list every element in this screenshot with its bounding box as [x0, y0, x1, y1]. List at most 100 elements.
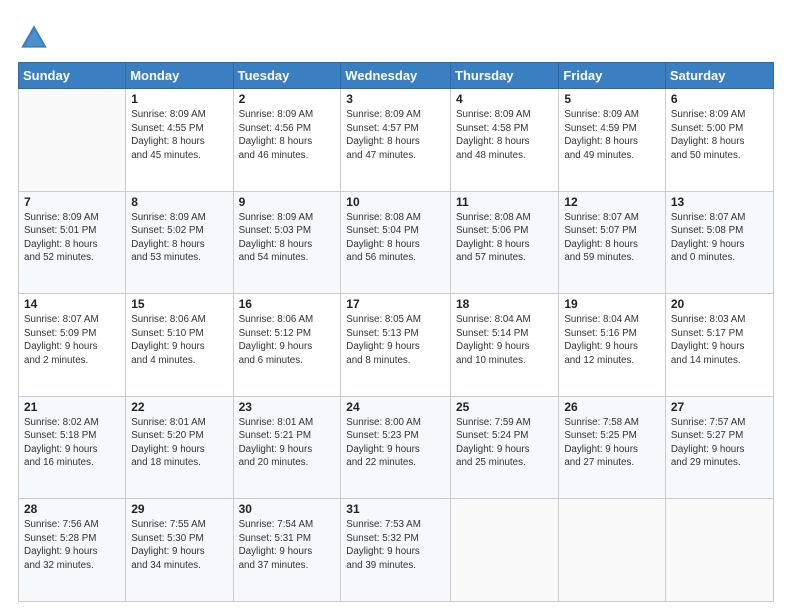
logo-icon [18, 22, 50, 54]
day-info: Sunrise: 7:57 AM Sunset: 5:27 PM Dayligh… [671, 416, 768, 470]
day-number: 7 [24, 195, 120, 209]
calendar-cell: 26 Sunrise: 7:58 AM Sunset: 5:25 PM Dayli… [559, 396, 666, 499]
calendar-week-3: 14 Sunrise: 8:07 AM Sunset: 5:09 PM Dayli… [19, 294, 774, 397]
day-number: 10 [346, 195, 445, 209]
calendar-week-2: 7 Sunrise: 8:09 AM Sunset: 5:01 PM Daylig… [19, 191, 774, 294]
calendar-week-5: 28 Sunrise: 7:56 AM Sunset: 5:28 PM Dayli… [19, 499, 774, 602]
calendar-cell: 10 Sunrise: 8:08 AM Sunset: 5:04 PM Dayli… [341, 191, 451, 294]
day-info: Sunrise: 8:09 AM Sunset: 5:02 PM Dayligh… [131, 211, 227, 265]
weekday-header-row: SundayMondayTuesdayWednesdayThursdayFrid… [19, 63, 774, 89]
calendar-cell: 6 Sunrise: 8:09 AM Sunset: 5:00 PM Daylig… [665, 89, 773, 192]
day-number: 23 [239, 400, 336, 414]
weekday-header-wednesday: Wednesday [341, 63, 451, 89]
day-number: 31 [346, 502, 445, 516]
logo [18, 22, 54, 54]
day-number: 6 [671, 92, 768, 106]
weekday-header-saturday: Saturday [665, 63, 773, 89]
calendar-cell: 31Sunrise: 7:53 AM Sunset: 5:32 PM Dayli… [341, 499, 451, 602]
day-number: 5 [564, 92, 660, 106]
calendar-cell: 15 Sunrise: 8:06 AM Sunset: 5:10 PM Dayli… [126, 294, 233, 397]
calendar-cell [451, 499, 559, 602]
calendar-cell: 12Sunrise: 8:07 AM Sunset: 5:07 PM Dayli… [559, 191, 666, 294]
day-info: Sunrise: 7:58 AM Sunset: 5:25 PM Dayligh… [564, 416, 660, 470]
day-info: Sunrise: 7:56 AM Sunset: 5:28 PM Dayligh… [24, 518, 120, 572]
calendar-cell [559, 499, 666, 602]
calendar-cell: 19 Sunrise: 8:04 AM Sunset: 5:16 PM Dayli… [559, 294, 666, 397]
day-number: 13 [671, 195, 768, 209]
day-info: Sunrise: 8:05 AM Sunset: 5:13 PM Dayligh… [346, 313, 445, 367]
day-info: Sunrise: 8:09 AM Sunset: 5:01 PM Dayligh… [24, 211, 120, 265]
day-number: 17 [346, 297, 445, 311]
calendar-cell: 11 Sunrise: 8:08 AM Sunset: 5:06 PM Dayli… [451, 191, 559, 294]
calendar-cell: 17 Sunrise: 8:05 AM Sunset: 5:13 PM Dayli… [341, 294, 451, 397]
calendar-cell: 8 Sunrise: 8:09 AM Sunset: 5:02 PM Daylig… [126, 191, 233, 294]
calendar-cell: 28 Sunrise: 7:56 AM Sunset: 5:28 PM Dayli… [19, 499, 126, 602]
weekday-header-sunday: Sunday [19, 63, 126, 89]
day-info: Sunrise: 8:06 AM Sunset: 5:12 PM Dayligh… [239, 313, 336, 367]
day-info: Sunrise: 8:07 AM Sunset: 5:09 PM Dayligh… [24, 313, 120, 367]
day-number: 26 [564, 400, 660, 414]
header [18, 18, 774, 54]
calendar-cell: 27 Sunrise: 7:57 AM Sunset: 5:27 PM Dayli… [665, 396, 773, 499]
calendar-cell [665, 499, 773, 602]
day-number: 2 [239, 92, 336, 106]
calendar-week-4: 21 Sunrise: 8:02 AM Sunset: 5:18 PM Dayli… [19, 396, 774, 499]
day-number: 12 [564, 195, 660, 209]
calendar-cell [19, 89, 126, 192]
day-number: 30 [239, 502, 336, 516]
day-info: Sunrise: 7:59 AM Sunset: 5:24 PM Dayligh… [456, 416, 553, 470]
calendar-cell: 9Sunrise: 8:09 AM Sunset: 5:03 PM Daylig… [233, 191, 341, 294]
calendar-cell: 16 Sunrise: 8:06 AM Sunset: 5:12 PM Dayli… [233, 294, 341, 397]
calendar-cell: 23 Sunrise: 8:01 AM Sunset: 5:21 PM Dayli… [233, 396, 341, 499]
calendar-cell: 1 Sunrise: 8:09 AM Sunset: 4:55 PM Daylig… [126, 89, 233, 192]
day-number: 11 [456, 195, 553, 209]
weekday-header-tuesday: Tuesday [233, 63, 341, 89]
day-info: Sunrise: 8:08 AM Sunset: 5:06 PM Dayligh… [456, 211, 553, 265]
day-number: 25 [456, 400, 553, 414]
day-number: 8 [131, 195, 227, 209]
day-number: 1 [131, 92, 227, 106]
weekday-header-friday: Friday [559, 63, 666, 89]
day-number: 16 [239, 297, 336, 311]
day-info: Sunrise: 8:09 AM Sunset: 4:59 PM Dayligh… [564, 108, 660, 162]
day-info: Sunrise: 8:09 AM Sunset: 4:55 PM Dayligh… [131, 108, 227, 162]
calendar-week-1: 1 Sunrise: 8:09 AM Sunset: 4:55 PM Daylig… [19, 89, 774, 192]
calendar-cell: 4Sunrise: 8:09 AM Sunset: 4:58 PM Daylig… [451, 89, 559, 192]
day-number: 27 [671, 400, 768, 414]
day-number: 15 [131, 297, 227, 311]
calendar-cell: 30Sunrise: 7:54 AM Sunset: 5:31 PM Dayli… [233, 499, 341, 602]
day-number: 20 [671, 297, 768, 311]
calendar-cell: 13Sunrise: 8:07 AM Sunset: 5:08 PM Dayli… [665, 191, 773, 294]
calendar-cell: 2Sunrise: 8:09 AM Sunset: 4:56 PM Daylig… [233, 89, 341, 192]
day-number: 29 [131, 502, 227, 516]
day-number: 3 [346, 92, 445, 106]
day-number: 18 [456, 297, 553, 311]
day-info: Sunrise: 8:02 AM Sunset: 5:18 PM Dayligh… [24, 416, 120, 470]
day-info: Sunrise: 8:00 AM Sunset: 5:23 PM Dayligh… [346, 416, 445, 470]
calendar-header: SundayMondayTuesdayWednesdayThursdayFrid… [19, 63, 774, 89]
day-number: 28 [24, 502, 120, 516]
day-number: 22 [131, 400, 227, 414]
calendar-cell: 3Sunrise: 8:09 AM Sunset: 4:57 PM Daylig… [341, 89, 451, 192]
calendar-body: 1 Sunrise: 8:09 AM Sunset: 4:55 PM Daylig… [19, 89, 774, 602]
day-info: Sunrise: 8:09 AM Sunset: 5:00 PM Dayligh… [671, 108, 768, 162]
day-info: Sunrise: 8:08 AM Sunset: 5:04 PM Dayligh… [346, 211, 445, 265]
calendar-cell: 22Sunrise: 8:01 AM Sunset: 5:20 PM Dayli… [126, 396, 233, 499]
day-info: Sunrise: 7:55 AM Sunset: 5:30 PM Dayligh… [131, 518, 227, 572]
day-number: 19 [564, 297, 660, 311]
day-info: Sunrise: 8:06 AM Sunset: 5:10 PM Dayligh… [131, 313, 227, 367]
day-number: 21 [24, 400, 120, 414]
calendar-cell: 14 Sunrise: 8:07 AM Sunset: 5:09 PM Dayli… [19, 294, 126, 397]
page: SundayMondayTuesdayWednesdayThursdayFrid… [0, 0, 792, 612]
calendar-cell: 24 Sunrise: 8:00 AM Sunset: 5:23 PM Dayli… [341, 396, 451, 499]
day-number: 4 [456, 92, 553, 106]
calendar-cell: 5 Sunrise: 8:09 AM Sunset: 4:59 PM Daylig… [559, 89, 666, 192]
calendar-cell: 29 Sunrise: 7:55 AM Sunset: 5:30 PM Dayli… [126, 499, 233, 602]
calendar-cell: 21 Sunrise: 8:02 AM Sunset: 5:18 PM Dayli… [19, 396, 126, 499]
day-info: Sunrise: 8:09 AM Sunset: 5:03 PM Dayligh… [239, 211, 336, 265]
day-info: Sunrise: 8:01 AM Sunset: 5:21 PM Dayligh… [239, 416, 336, 470]
calendar-cell: 7 Sunrise: 8:09 AM Sunset: 5:01 PM Daylig… [19, 191, 126, 294]
day-info: Sunrise: 8:04 AM Sunset: 5:16 PM Dayligh… [564, 313, 660, 367]
day-number: 14 [24, 297, 120, 311]
day-number: 24 [346, 400, 445, 414]
